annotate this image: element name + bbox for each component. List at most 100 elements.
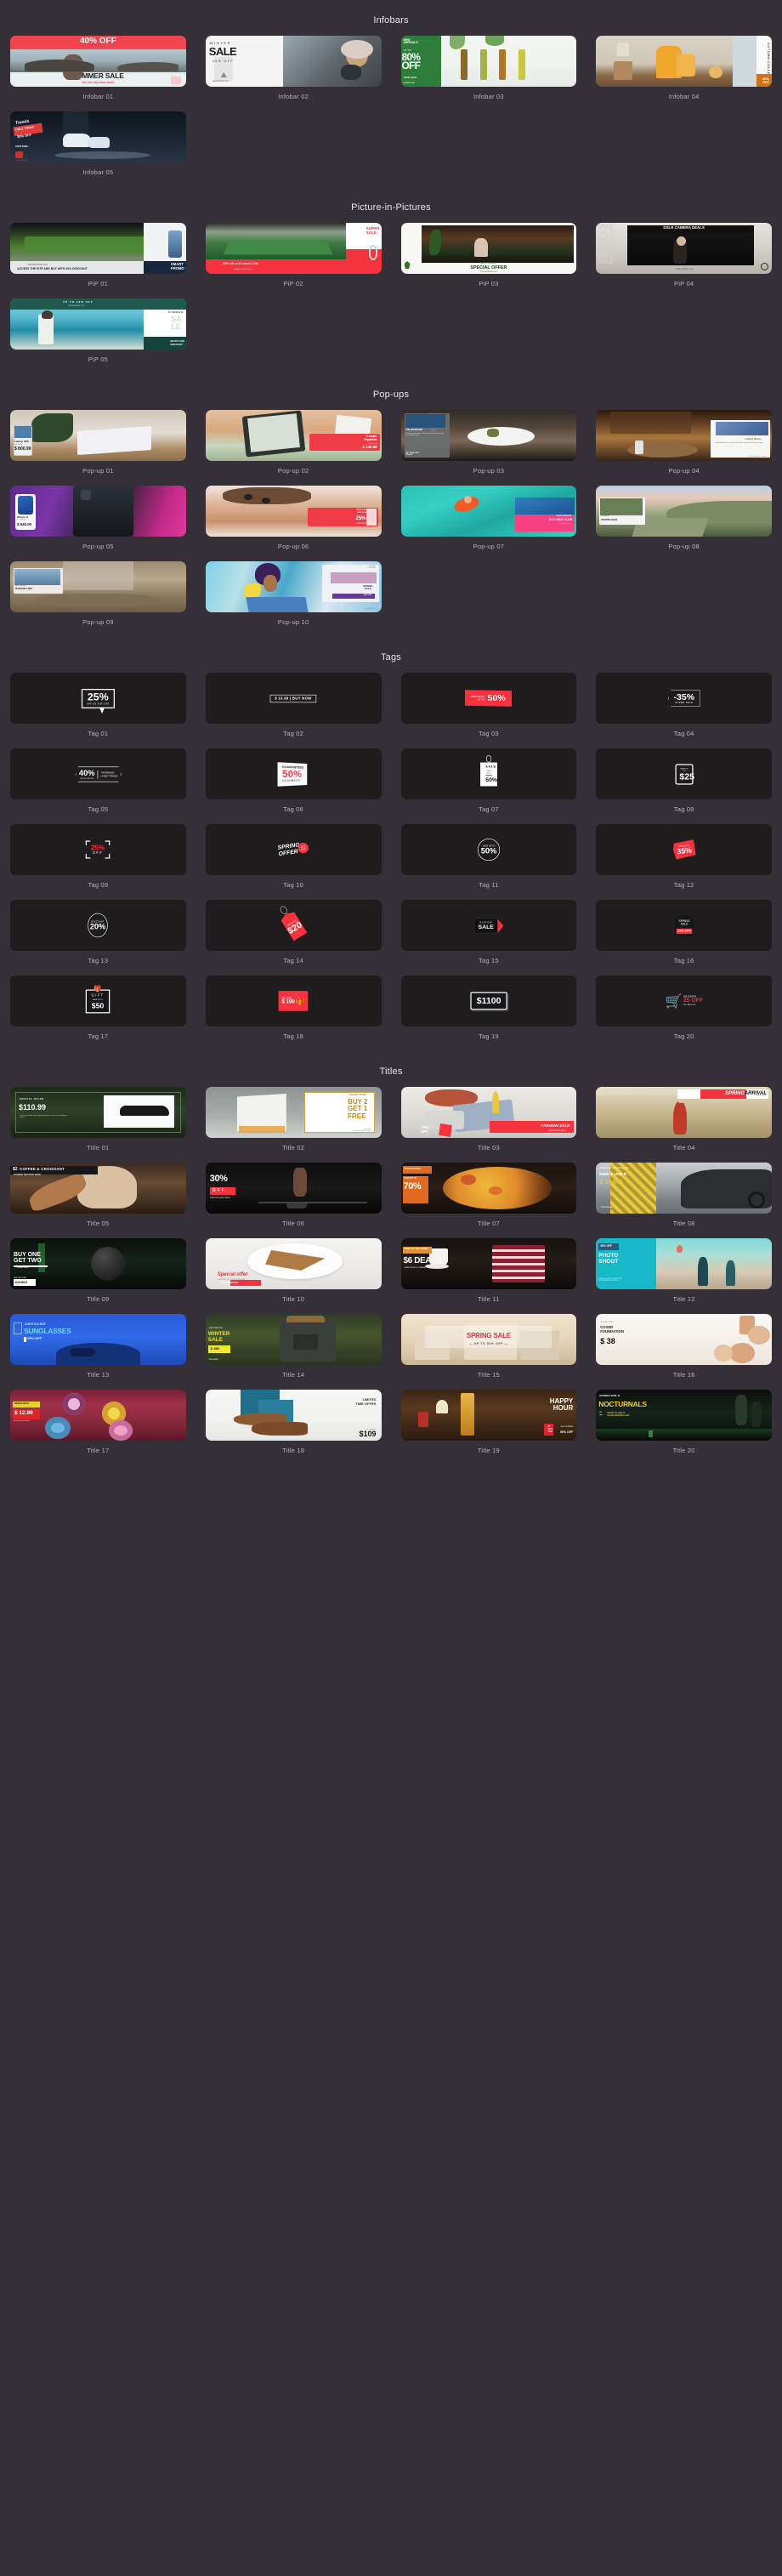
gallery-item[interactable]: 25% OFF ON OUR SITE Tag 01 — [10, 673, 186, 748]
gallery-item[interactable]: SPRING ARRIVAL SHOP NOW Title 04 — [596, 1087, 772, 1163]
thumbnail-tag-13[interactable]: DISCOUNT 20% — [10, 900, 186, 951]
gallery-item[interactable]: SPECIAL OFFER COVER FOUNDATION $ 38 Title… — [596, 1314, 772, 1390]
gallery-item[interactable]: 🛒 USE COUPON 25 OFF ON CHECKOUT Tag 20 — [596, 975, 772, 1051]
gallery-item[interactable]: Trends ONLY TODAY 30% OFF SHOP NOW › YOU… — [10, 111, 186, 187]
thumbnail-infobar-01[interactable]: 40% OFF SUMMER SALE 40% OFF ON EVERYTHIN… — [10, 36, 186, 87]
gallery-item[interactable]: MIXED BOX $ 12.99 for a 6 donut mixed bo… — [10, 1390, 186, 1465]
thumbnail-title-06[interactable]: 30% OFF JOIN OUR GYM TODAY — [205, 1163, 382, 1214]
gallery-item[interactable]: SAVE UP TO $20 Tag 14 — [205, 900, 382, 975]
gallery-item[interactable]: AUTUMN COLLECTION 30% OFF Infobar 04 — [596, 36, 772, 111]
thumbnail-title-08[interactable]: ADRENALINE ON TWO WHEELS BMW S 1000 R $ … — [596, 1163, 772, 1214]
thumbnail-pip-03[interactable]: UP TO 50% OFF SPECIAL OFFER YOURGARDEN.C… — [400, 223, 577, 274]
thumbnail-title-11[interactable]: COME TRY OUR CAKES $6 DEAL CAKE SLICE & … — [400, 1238, 577, 1289]
gallery-item[interactable]: WINTER SALE 40% OFF yourwebsite.com Info… — [205, 36, 382, 111]
thumbnail-title-05[interactable]: $2 COFFEE & CROISSANT STUDENT DISCOUNT W… — [10, 1163, 186, 1214]
gallery-item[interactable]: E-reader PaperKite Today only $ 148.99 Po… — [205, 410, 382, 486]
gallery-item[interactable]: ADRENALINE ON TWO WHEELS BMW S 1000 R $ … — [596, 1163, 772, 1238]
thumbnail-popup-04[interactable]: Lafond Winery Large limited offer on our… — [596, 410, 772, 461]
gallery-item[interactable]: 40% OFF SUMMER SALE 40% OFF ON EVERYTHIN… — [10, 36, 186, 111]
thumbnail-tag-19[interactable]: $1100 — [400, 975, 577, 1026]
thumbnail-popup-06[interactable]: ENJOY OUR DISCOUNT 25% DON'T MISS OUR OFF… — [205, 486, 382, 537]
gallery-item[interactable]: $ 15.99 | BUY NOW Tag 02 — [205, 673, 382, 748]
gallery-item[interactable]: ITALIAN PIZZA SAVE UP TO 70% Title 07 — [400, 1163, 577, 1238]
thumbnail-popup-02[interactable]: E-reader PaperKite Today only $ 148.99 — [205, 410, 382, 461]
thumbnail-infobar-04[interactable]: AUTUMN COLLECTION 30% OFF — [596, 36, 772, 87]
gallery-item[interactable]: 30% OFF JOIN OUR GYM TODAY Title 06 — [205, 1163, 382, 1238]
thumbnail-title-09[interactable]: BUY ONE GET TWO TODAY ONLY USE THE CODE D… — [10, 1238, 186, 1289]
thumbnail-title-19[interactable]: HAPPY HOUR 27 NOV TUE ALL COCKTAILS 50% OFF — [400, 1390, 577, 1441]
gallery-item[interactable]: COME TRY OUR CAKES $6 DEAL CAKE SLICE & … — [400, 1238, 577, 1314]
gallery-item[interactable]: $2 COFFEE & CROISSANT STUDENT DISCOUNT W… — [10, 1163, 186, 1238]
thumbnail-pip-05[interactable]: UP TO 40% OFF SUMMERSALE.COM SUMMER SA LE… — [10, 299, 186, 350]
gallery-item[interactable]: SPECIAL OFFER $110.99 Looks fast and fee… — [10, 1087, 186, 1163]
thumbnail-title-14[interactable]: DON'T MISS OUT WINTER SALE $ 198 PRE-ORDE… — [205, 1314, 382, 1365]
gallery-item[interactable]: SAVE UP TO 50% Tag 11 — [400, 824, 577, 900]
thumbnail-title-16[interactable]: SPECIAL OFFER COVER FOUNDATION $ 38 — [596, 1314, 772, 1365]
thumbnail-title-07[interactable]: ITALIAN PIZZA SAVE UP TO 70% — [400, 1163, 577, 1214]
gallery-item[interactable]: iPhone 12 Buy from first $ 940.00 Pop-up… — [10, 486, 186, 561]
gallery-item[interactable]: SALE SALE SALE SALE SALE SALE DSLR CAMERA DEA… — [596, 223, 772, 299]
gallery-item[interactable]: GIFT CARD $ 100 🎁 Tag 18 — [205, 975, 382, 1051]
thumbnail-title-20[interactable]: SATURDAY APRIL 22 NOCTURNALS 10 pm ticket… — [596, 1390, 772, 1441]
thumbnail-title-02[interactable]: HOLIDAY OFFER BUY 2 GET 1 FREE Tasting not… — [205, 1087, 382, 1138]
thumbnail-title-13[interactable]: AWESOME SUNGLASSES 25% OFF — [10, 1314, 186, 1365]
gallery-item[interactable]: HAPPY HOUR 27 NOV TUE ALL COCKTAILS 50% OFF… — [400, 1390, 577, 1465]
thumbnail-tag-12[interactable]: SAVE UP TO 35% — [596, 824, 772, 875]
thumbnail-popup-01[interactable]: Laptop XPS starting at $ 800.99 On lapto… — [10, 410, 186, 461]
thumbnail-tag-11[interactable]: SAVE UP TO 50% — [400, 824, 577, 875]
thumbnail-tag-09[interactable]: 25% OFF — [10, 824, 186, 875]
gallery-item[interactable]: SPRING SALE — UP TO 50% OFF — Title 15 — [400, 1314, 577, 1390]
thumbnail-tag-07[interactable]: SALE SAVE UP TO 50% — [400, 748, 577, 799]
thumbnail-popup-10[interactable]: GET THE LOOK TWICE SPRING SALE 50% OFF spr… — [205, 561, 382, 612]
thumbnail-infobar-03[interactable]: NEW ARRIVALS UP TO 80% OFF YOUR LOGO yours… — [400, 36, 577, 87]
gallery-item[interactable]: 25% OFF Tag 09 — [10, 824, 186, 900]
gallery-item[interactable]: LIMITED TIME OFFER Get it now for $109 Ti… — [205, 1390, 382, 1465]
thumbnail-title-17[interactable]: MIXED BOX $ 12.99 for a 6 donut mixed bo… — [10, 1390, 186, 1441]
gallery-item[interactable]: DISCOUNT 20% Tag 13 — [10, 900, 186, 975]
thumbnail-title-10[interactable]: TASTY WEEKEND Special offer 50% OFF ON Y… — [205, 1238, 382, 1289]
thumbnail-popup-09[interactable]: MEET THE NEW PHANTOM 4 PRO — [10, 561, 186, 612]
gallery-item[interactable]: 40% OFF ON OUR SITE TOP BRANDS LATEST TREN… — [10, 748, 186, 824]
gallery-item[interactable]: SMARTPHONE.COM ACCESS THE SITE AND BUY W… — [10, 223, 186, 299]
thumbnail-popup-05[interactable]: iPhone 12 Buy from first $ 940.00 — [10, 486, 186, 537]
thumbnail-infobar-02[interactable]: WINTER SALE 40% OFF yourwebsite.com — [205, 36, 382, 87]
gallery-item[interactable]: GUARANTEED 50% CASHBACK Tag 06 — [205, 748, 382, 824]
thumbnail-tag-06[interactable]: GUARANTEED 50% CASHBACK — [205, 748, 382, 799]
thumbnail-tag-01[interactable]: 25% OFF ON OUR SITE — [10, 673, 186, 724]
gallery-item[interactable]: $1100 Tag 19 — [400, 975, 577, 1051]
gallery-item[interactable]: -35% SUPER SALE Tag 04 — [596, 673, 772, 748]
thumbnail-popup-08[interactable]: Discover our SPORTS GEAR — [596, 486, 772, 537]
thumbnail-tag-20[interactable]: 🛒 USE COUPON 25 OFF ON CHECKOUT — [596, 975, 772, 1026]
thumbnail-title-18[interactable]: LIMITED TIME OFFER Get it now for $109 — [205, 1390, 382, 1441]
thumbnail-tag-17[interactable]: 🎁 GIFT SAVE UP TO $50 — [10, 975, 186, 1026]
gallery-item[interactable]: MEET THE NEW PHANTOM 4 PRO Pop-up 09 — [10, 561, 186, 637]
thumbnail-tag-10[interactable]: SPRING OFFER 25% OFF — [205, 824, 382, 875]
gallery-item[interactable]: 25% off until march 15th SMARTPHONE.COM … — [205, 223, 382, 299]
thumbnail-title-04[interactable]: SPRING ARRIVAL SHOP NOW — [596, 1087, 772, 1138]
thumbnail-title-15[interactable]: SPRING SALE — UP TO 50% OFF — — [400, 1314, 577, 1365]
gallery-item[interactable]: TASTY WEEKEND Special offer 50% OFF ON Y… — [205, 1238, 382, 1314]
thumbnail-title-03[interactable]: 25% OFF FASHION SALE HAND-PICKED DEALS — [400, 1087, 577, 1138]
gallery-item[interactable]: UP TO 40% OFF SUMMERSALE.COM SUMMER SA LE… — [10, 299, 186, 374]
gallery-item[interactable]: 30% OFF PHOTO SHOOT SAVE A LOT ON PHOTO P… — [596, 1238, 772, 1314]
thumbnail-popup-03[interactable]: THE DISHWATER Seafood, pastas and a furi… — [400, 410, 577, 461]
thumbnail-tag-15[interactable]: SUPER SALE — [400, 900, 577, 951]
gallery-item[interactable]: 🎁 GIFT SAVE UP TO $50 Tag 17 — [10, 975, 186, 1051]
gallery-item[interactable]: Lafond Winery Large limited offer on our… — [596, 410, 772, 486]
thumbnail-pip-04[interactable]: SALE SALE SALE SALE SALE SALE DSLR CAMERA DEA… — [596, 223, 772, 274]
thumbnail-tag-18[interactable]: GIFT CARD $ 100 🎁 — [205, 975, 382, 1026]
gallery-item[interactable]: SALE SAVE UP TO 50% Tag 07 — [400, 748, 577, 824]
gallery-item[interactable]: Laptop XPS starting at $ 800.99 On lapto… — [10, 410, 186, 486]
gallery-item[interactable]: DON'T MISS OUT WINTER SALE $ 198 PRE-ORDE… — [205, 1314, 382, 1390]
gallery-item[interactable]: THE DISHWATER Seafood, pastas and a furi… — [400, 410, 577, 486]
gallery-item[interactable]: SATURDAY APRIL 22 NOCTURNALS 10 pm ticket… — [596, 1390, 772, 1465]
gallery-item[interactable]: SUPER SALE Tag 15 — [400, 900, 577, 975]
gallery-item[interactable]: SAVE UP TO $25 Tag 08 — [596, 748, 772, 824]
gallery-item[interactable]: ENJOY OUR DISCOUNT 25% DON'T MISS OUR OFF… — [205, 486, 382, 561]
thumbnail-pip-01[interactable]: SMARTPHONE.COM ACCESS THE SITE AND BUY W… — [10, 223, 186, 274]
gallery-item[interactable]: VACATION RENTALS COCONUT CLUB coconutren… — [400, 486, 577, 561]
thumbnail-pip-02[interactable]: 25% off until march 15th SMARTPHONE.COM … — [205, 223, 382, 274]
thumbnail-tag-03[interactable]: DISCOUNT UP TO 50% — [400, 673, 577, 724]
thumbnail-tag-05[interactable]: 40% OFF ON OUR SITE TOP BRANDS LATEST TREN… — [10, 748, 186, 799]
thumbnail-title-12[interactable]: 30% OFF PHOTO SHOOT SAVE A LOT ON PHOTO P… — [596, 1238, 772, 1289]
